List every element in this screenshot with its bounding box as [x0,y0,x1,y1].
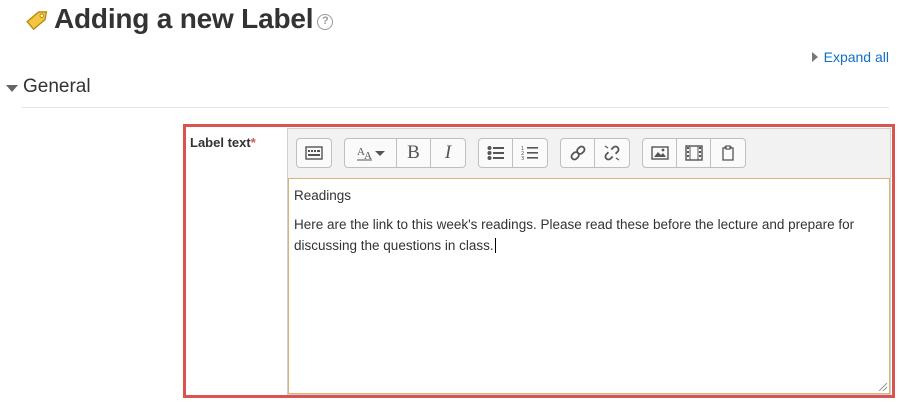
toolbar-toggle-button[interactable] [297,139,331,167]
text-caret [494,238,496,253]
collapse-arrow-icon [6,84,18,92]
image-button[interactable] [643,139,677,167]
section-title: General [23,76,91,97]
bullet-list-icon [487,146,504,160]
manage-files-icon [722,145,734,161]
numbered-list-icon: 1 2 3 [521,146,538,161]
italic-icon: I [444,142,452,163]
toolbar-group-toggle [296,138,332,168]
editor-body-paragraph: Here are the link to this week's reading… [294,214,884,256]
editor-body-text: Here are the link to this week's reading… [294,217,855,253]
editor-toolbar: A A B I 1 2 3 [296,138,746,168]
toolbar-group-format: A A B I [344,138,466,168]
media-icon [684,145,703,161]
numbered-list-button[interactable]: 1 2 3 [513,139,547,167]
manage-files-button[interactable] [711,139,745,167]
toolbar-group-lists: 1 2 3 [478,138,548,168]
media-button[interactable] [677,139,711,167]
toolbar-toggle-icon [305,146,323,160]
expand-all-link[interactable]: Expand all [811,49,889,65]
svg-text:A: A [364,150,372,161]
rich-text-editor: A A B I 1 2 3 Readings Here are the link… [287,128,891,395]
label-text-field-label: Label text* [190,135,256,150]
font-size-icon: A A [356,146,385,161]
svg-text:3: 3 [521,156,524,161]
help-icon[interactable]: ? [317,14,334,30]
page-header: Adding a new Label ? [24,2,334,36]
editor-content-area[interactable]: Readings Here are the link to this week'… [288,178,890,394]
page-title: Adding a new Label [54,3,314,34]
field-label-text: Label text [190,135,251,150]
editor-heading-text: Readings [294,188,352,203]
label-tag-icon [26,11,48,31]
image-icon [650,146,669,160]
expand-all-label: Expand all [823,49,889,65]
bold-icon: B [407,142,420,163]
italic-button[interactable]: I [431,139,465,167]
section-divider [22,107,889,108]
link-button[interactable] [561,139,595,167]
toolbar-group-links [560,138,630,168]
link-icon [570,145,585,161]
toolbar-group-media [642,138,746,168]
unlink-button[interactable] [595,139,629,167]
bullet-list-button[interactable] [479,139,513,167]
font-size-button[interactable]: A A [345,139,397,167]
expand-arrow-icon [811,52,818,62]
required-marker: * [250,135,256,150]
unlink-icon [604,145,620,161]
section-general-toggle[interactable]: General [6,76,91,98]
resize-handle-icon[interactable] [879,383,887,391]
bold-button[interactable]: B [397,139,431,167]
